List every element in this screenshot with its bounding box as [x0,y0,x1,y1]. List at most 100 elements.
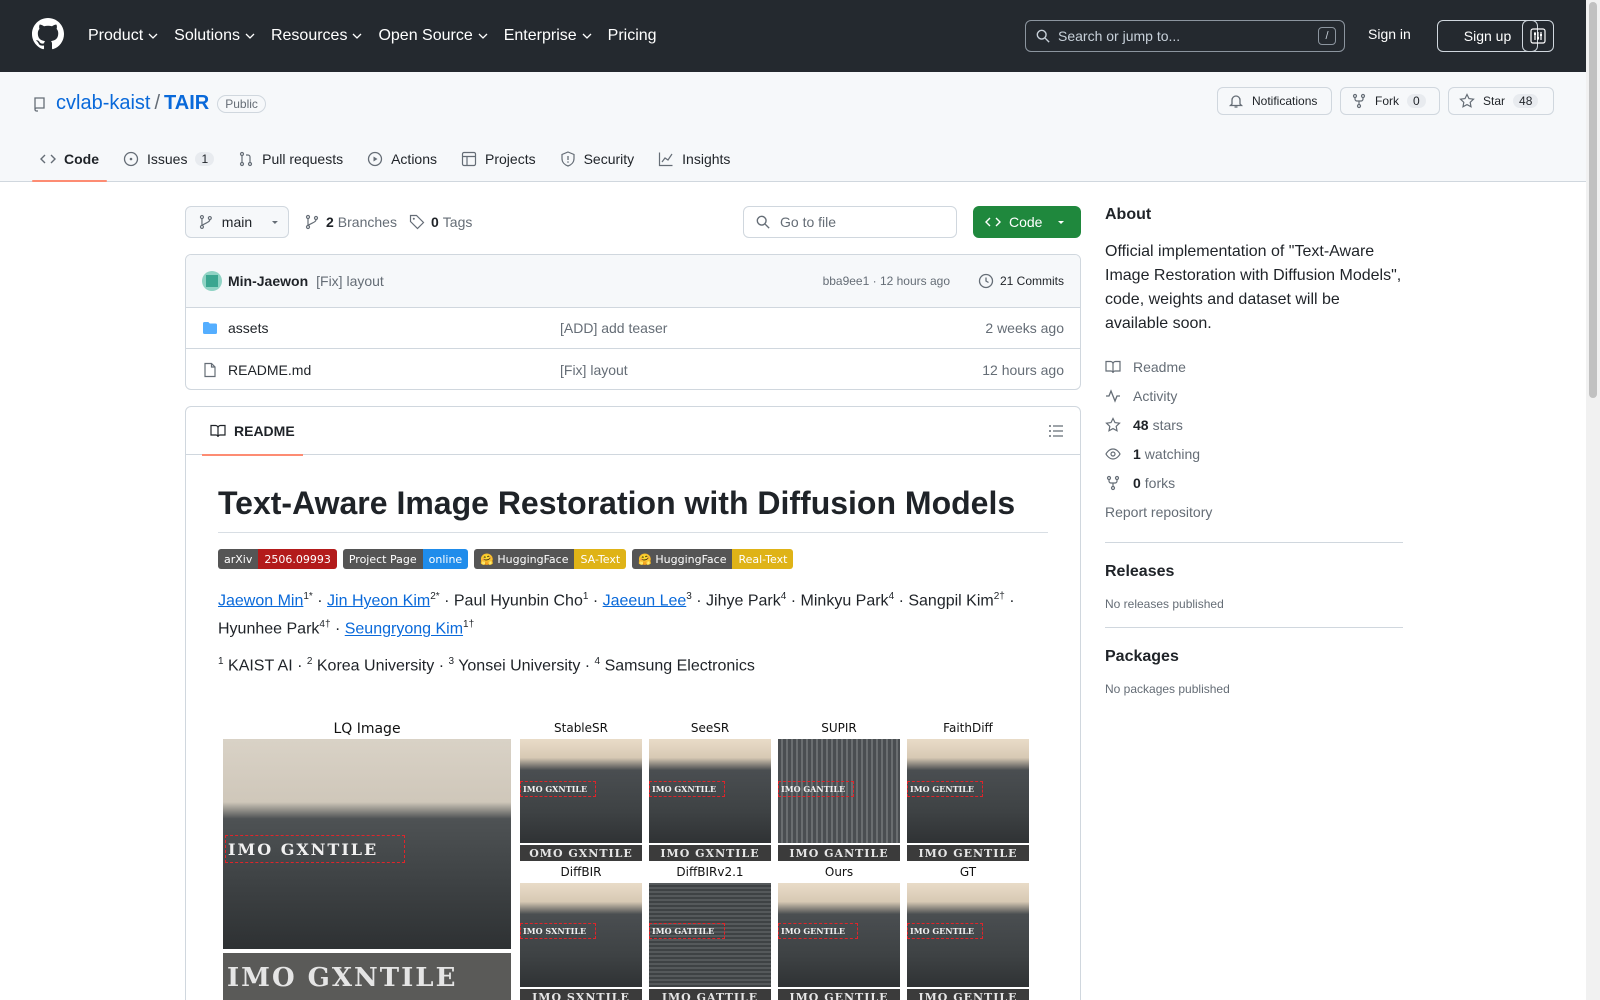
activity-link[interactable]: Activity [1105,381,1403,410]
file-name[interactable]: assets [228,320,268,336]
fork-icon [1352,93,1366,109]
tab-code[interactable]: Code [32,136,107,182]
arxiv-badge[interactable]: arXiv 2506.09993 [218,549,337,569]
code-download-button[interactable]: Code [973,206,1081,238]
forks-label: forks [1144,474,1176,491]
forks-link[interactable]: 0 forks [1105,468,1403,497]
nav-open-source[interactable]: Open Source [378,27,488,45]
readme-title: Text-Aware Image Restoration with Diffus… [218,485,1048,533]
badge-right: online [422,549,469,569]
tab-actions-label: Actions [391,151,438,167]
watching-link[interactable]: 1 watching [1105,439,1403,468]
badge-left: 🤗 HuggingFace [632,549,733,569]
issues-count: 1 [195,152,215,166]
nav-pricing-label: Pricing [607,27,657,44]
method-crop-strip: IMO GENTILE [778,989,900,1000]
caret-down-icon [272,221,279,224]
file-row-assets[interactable]: assets [ADD] add teaser 2 weeks ago [186,308,1080,349]
author-link[interactable]: Jin Hyeon Kim [327,592,430,609]
file-commit-message[interactable]: [Fix] layout [560,362,628,378]
method-crop-strip: IMO SXNTILE [520,989,642,1000]
tags-link[interactable]: 0 Tags [409,214,472,230]
fork-button[interactable]: Fork 0 [1340,87,1440,115]
huggingface-satext-badge[interactable]: 🤗 HuggingFace SA-Text [474,549,627,569]
teaser-figure: LQ Image IMO GXNTILE IMO GXNTILE StableS… [218,717,1040,1000]
readme-link[interactable]: Readme [1105,352,1403,381]
method-image: IMO GENTILE [907,739,1029,843]
method-label: StableSR [554,721,608,735]
huggingface-realtext-badge[interactable]: 🤗 HuggingFace Real-Text [632,549,794,569]
releases-heading[interactable]: Releases [1105,563,1403,581]
tab-pull-requests[interactable]: Pull requests [230,136,351,182]
play-icon [367,151,383,167]
commit-meta[interactable]: bba9ee1 · 12 hours ago [823,274,950,288]
repo-name-link[interactable]: TAIR [164,92,209,115]
nav-product[interactable]: Product [88,27,158,45]
repo-owner-link[interactable]: cvlab-kaist [56,92,150,115]
method-image: IMO GXNTILE [649,739,771,843]
readme-tab[interactable]: README [202,407,303,456]
menu-button[interactable] [1522,20,1554,52]
affiliations: 1 KAIST AI · 2 Korea University · 3 Yons… [218,656,1048,675]
repo-icon [34,96,45,112]
packages-heading[interactable]: Packages [1105,648,1403,666]
nav-solutions[interactable]: Solutions [174,27,255,45]
author-sep: · [588,592,603,610]
affil-name: KAIST AI [228,656,293,674]
tab-issues[interactable]: Issues 1 [115,136,222,182]
file-name[interactable]: README.md [228,362,311,378]
nav-resources[interactable]: Resources [271,27,362,45]
scrollbar-thumb[interactable] [1589,2,1597,398]
divider [1105,542,1403,543]
commit-author[interactable]: Min-Jaewon [228,273,308,289]
badge-right: 2506.09993 [258,549,337,569]
branch-selector[interactable]: main [185,206,289,238]
notifications-button[interactable]: Notifications [1217,87,1332,115]
nav-resources-label: Resources [270,27,348,44]
list-icon[interactable] [1048,423,1064,439]
author-link[interactable]: Jaewon Min [218,592,303,609]
author-sep: · [894,592,909,610]
badge-right: Real-Text [732,549,794,569]
visibility-badge: Public [217,94,266,113]
code-icon [985,217,1001,227]
star-button[interactable]: Star 48 [1448,87,1554,115]
tags-label: Tags [442,214,473,230]
search-input[interactable]: Search or jump to... / [1025,20,1345,52]
tab-security[interactable]: Security [552,136,643,182]
author-link[interactable]: Seungryong Kim [345,621,463,638]
avatar[interactable] [202,271,222,291]
author-sup: 1† [463,619,475,631]
file-commit-message[interactable]: [ADD] add teaser [560,320,667,336]
chevron-down-icon [245,33,255,39]
method-crop-strip: IMO GANTILE [778,845,900,861]
author-sep: · [1004,592,1015,610]
sign-in-link[interactable]: Sign in [1368,26,1411,42]
affil-sep: · [434,656,449,674]
tab-projects[interactable]: Projects [453,136,544,182]
tab-actions[interactable]: Actions [359,136,445,182]
branch-name: main [221,214,253,230]
nav-enterprise[interactable]: Enterprise [504,27,592,45]
author-sep: · [312,592,328,610]
report-repository-link[interactable]: Report repository [1105,497,1403,526]
tab-insights[interactable]: Insights [650,136,738,182]
commit-message[interactable]: [Fix] layout [316,273,384,289]
nav-pricing[interactable]: Pricing [608,27,657,45]
pulse-icon [1106,388,1120,403]
stars-link[interactable]: 48 stars [1105,410,1403,439]
page-scrollbar[interactable] [1586,0,1600,1000]
readme-body: Text-Aware Image Restoration with Diffus… [186,485,1080,675]
branches-link[interactable]: 2 Branches [304,214,397,230]
go-to-file-input[interactable]: Go to file [743,206,957,238]
highlight-box: IMO GXNTILE [649,781,725,797]
highlight-box: IMO GATTILE [649,923,725,939]
commits-history-link[interactable]: 21 Commits [978,273,1064,289]
author-sep: · [439,592,454,610]
project-page-badge[interactable]: Project Page online [342,549,469,569]
author-link[interactable]: Jaeeun Lee [603,592,687,609]
file-row-readme[interactable]: README.md [Fix] layout 12 hours ago [186,349,1080,389]
github-logo-icon[interactable] [32,18,64,50]
affil-name: Korea University [316,656,435,674]
lq-crop-strip: IMO GXNTILE [223,953,511,1000]
